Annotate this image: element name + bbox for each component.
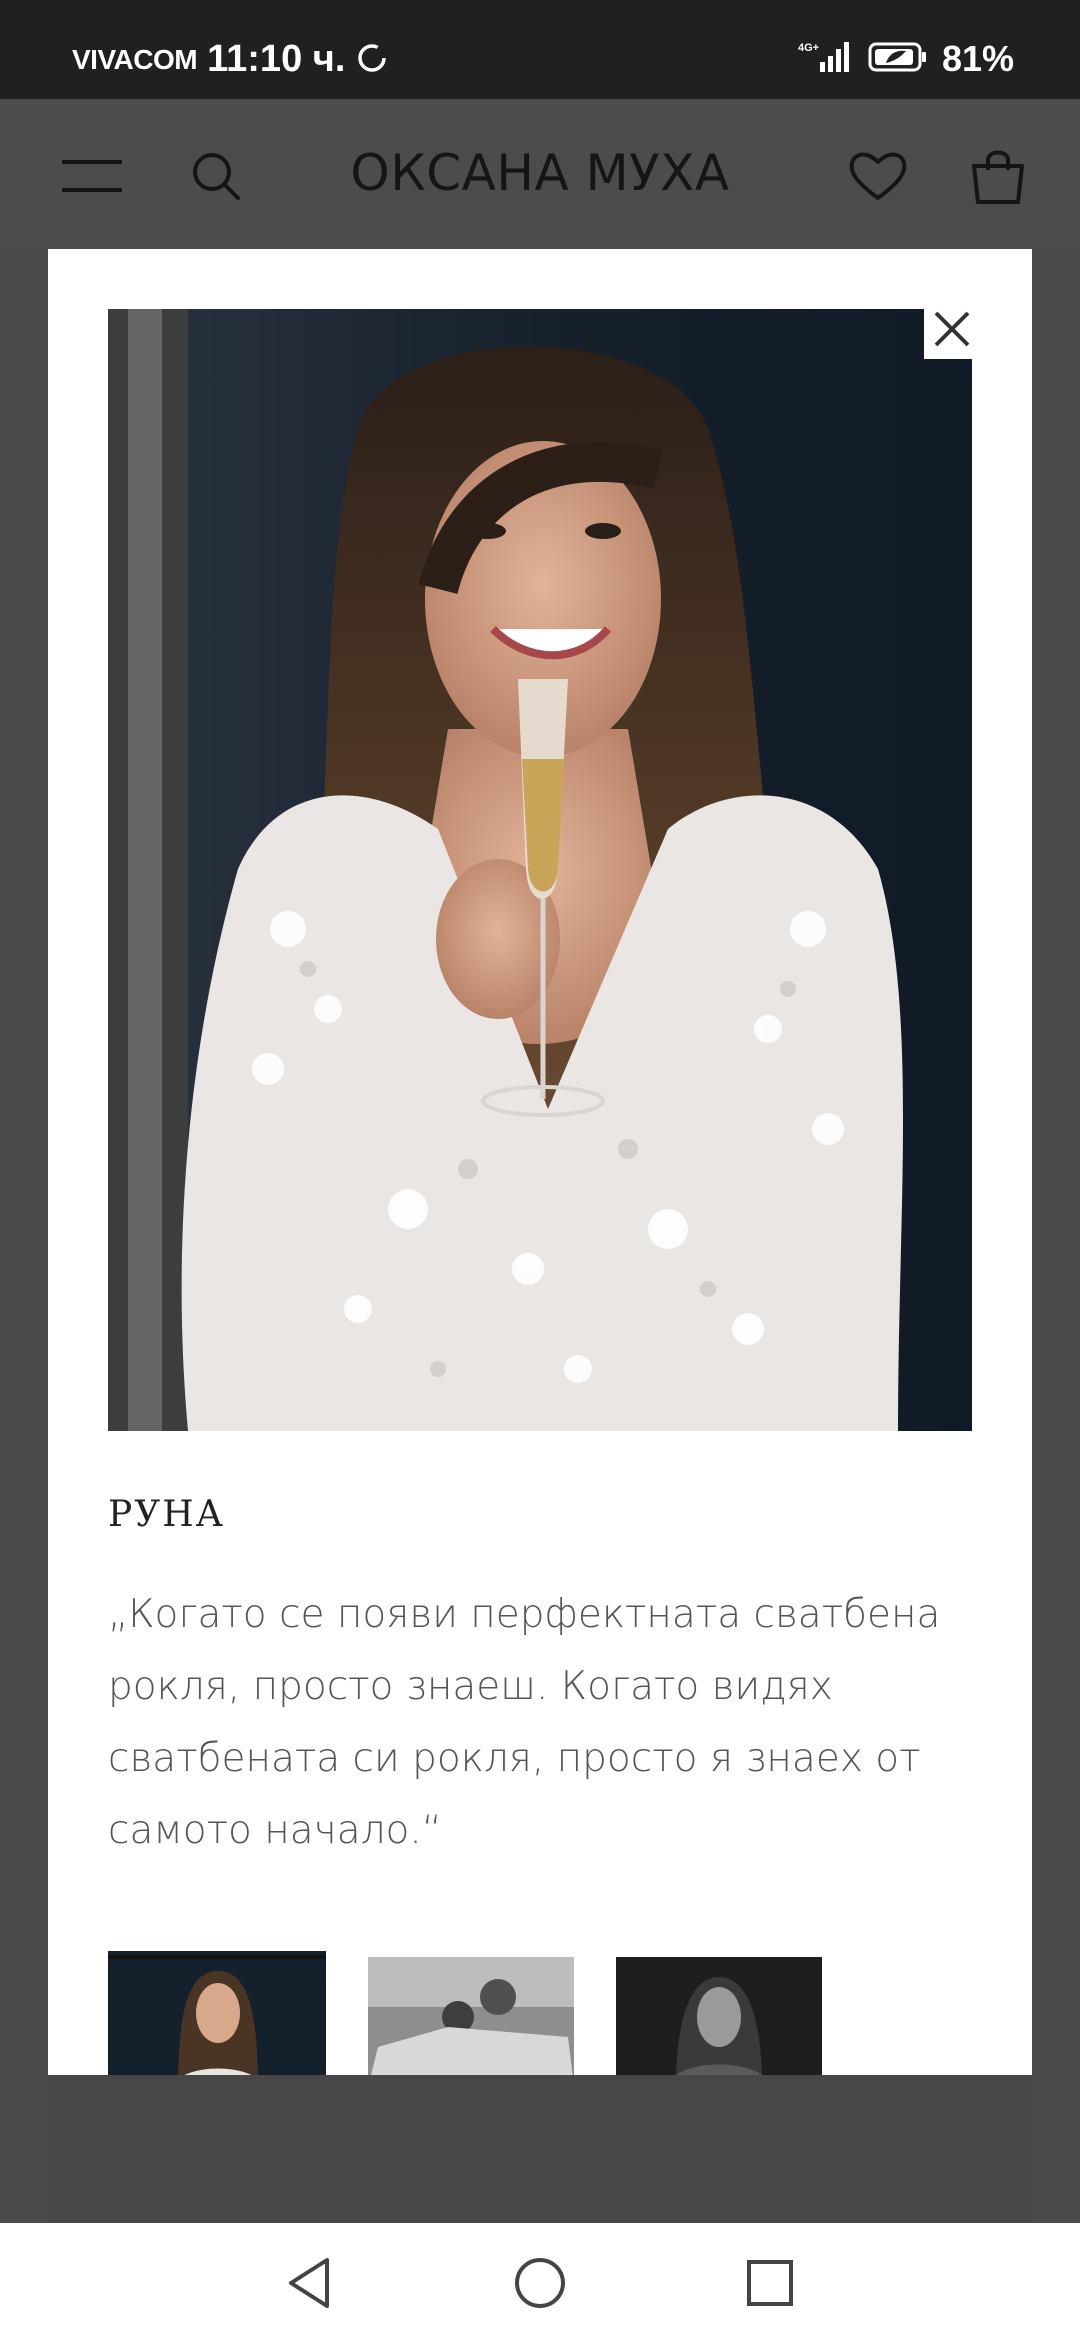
svg-text:4G+: 4G+ bbox=[798, 42, 819, 54]
battery-icon bbox=[868, 41, 928, 77]
battery-percentage: 81% bbox=[941, 38, 1014, 79]
heart-icon[interactable] bbox=[846, 144, 910, 208]
bag-icon[interactable] bbox=[966, 144, 1030, 208]
back-icon[interactable] bbox=[280, 2253, 340, 2313]
brand-logo[interactable]: ОКСАНА МУХА bbox=[0, 144, 1080, 202]
navigation-bar bbox=[0, 2223, 1080, 2340]
carrier-label: VIVACOM bbox=[72, 43, 198, 75]
testimonial-name: РУНА bbox=[108, 1494, 225, 1535]
status-bar: VIVACOM 11:10 ч. 4G+ 81% bbox=[0, 0, 1080, 99]
testimonial-modal: РУНА „Когато се появи перфектната сватбе… bbox=[48, 249, 1032, 2075]
sync-icon bbox=[355, 41, 389, 79]
testimonial-quote: „Когато се появи перфектната сватбена ро… bbox=[108, 1592, 941, 1853]
dimmed-backdrop bbox=[48, 2075, 1032, 2223]
clock: 11:10 ч. bbox=[207, 38, 346, 80]
close-button[interactable] bbox=[924, 303, 980, 359]
thumbnail-1[interactable] bbox=[108, 1951, 326, 2075]
site-header: ОКСАНА МУХА bbox=[0, 99, 1080, 249]
signal-icon: 4G+ bbox=[798, 40, 854, 78]
thumbnail-3[interactable] bbox=[616, 1957, 822, 2075]
thumbnail-strip bbox=[108, 1951, 822, 2075]
thumbnail-2[interactable] bbox=[368, 1957, 574, 2075]
home-icon[interactable] bbox=[510, 2253, 570, 2313]
recent-apps-icon[interactable] bbox=[740, 2253, 800, 2313]
bride-photo bbox=[108, 309, 972, 1431]
close-icon bbox=[932, 309, 972, 353]
